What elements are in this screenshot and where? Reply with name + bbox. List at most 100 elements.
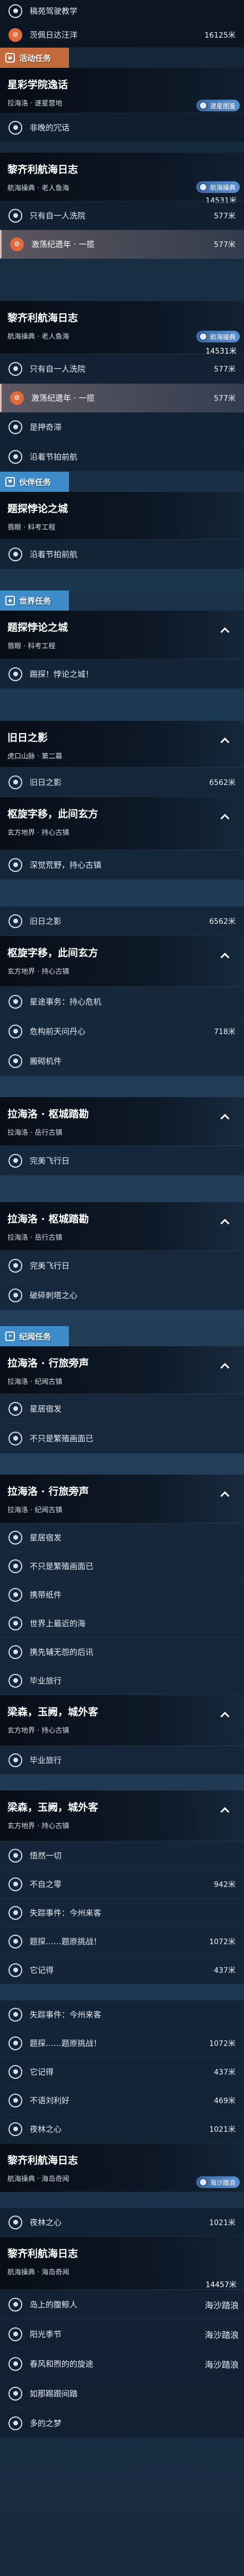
step-marker-icon	[8, 1877, 22, 1891]
quest-step-row[interactable]: 破碎刺塔之心	[0, 1281, 244, 1310]
quest-step-row[interactable]: 稿苑驾驶教学	[0, 0, 244, 22]
step-marker-icon	[8, 361, 22, 376]
quest-card[interactable]: 黎齐利航海日志 航海操典 · 老人鱼海 14531米 航海操典	[0, 301, 244, 356]
quest-step-row[interactable]: 非晚的冗话	[0, 113, 244, 142]
step-label: 沿着节拍前航	[30, 452, 78, 462]
step-distance: 1072米	[209, 1937, 236, 1946]
quest-step-row[interactable]: 题探……题原挑战！ 1072米	[0, 1927, 244, 1956]
quest-step-row[interactable]: 世界上最近的海	[0, 1609, 244, 1638]
quest-card[interactable]: 拉海洛 · 枢城踏勘 拉海洛 · 岳行古镇	[0, 1202, 244, 1251]
quest-step-row[interactable]: 星居宿发	[0, 1394, 244, 1424]
quest-step-row[interactable]: 春风和煦的的旋途 海沙踏浪	[0, 2349, 244, 2379]
quest-step-row[interactable]: 不只是繁殖画面已	[0, 1424, 244, 1453]
quest-card[interactable]: 题探悖论之城 翡眼 · 科考工程	[0, 492, 244, 540]
collapse-chevron-icon[interactable]	[220, 1807, 230, 1816]
step-marker-icon	[8, 1848, 22, 1863]
quest-card[interactable]: 黎齐利航海日志 航海操典 · 海岛奇闻 14457米	[0, 2237, 244, 2290]
section-header-companion[interactable]: ♥ 伙伴任务	[0, 472, 244, 492]
quest-step-row[interactable]: 危构前天问丹心 718米	[0, 1017, 244, 1046]
quest-step-row[interactable]: 它记得 437米	[0, 1956, 244, 1984]
quest-step-row-selected[interactable]: ⊘ 激荡纪遗年 · 一揽 577米	[0, 384, 244, 412]
collapse-chevron-icon[interactable]	[220, 952, 230, 962]
step-label: 搬砌机件	[30, 1056, 62, 1066]
quest-card[interactable]: 旧日之影 虎口山脉 · 第二幕	[0, 721, 244, 767]
step-label: 激荡纪遗年 · 一揽	[31, 240, 95, 249]
quest-step-row[interactable]: 阳光季节 海沙踏浪	[0, 2319, 244, 2349]
quest-step-row[interactable]: 题探……题原挑战！ 1072米	[0, 2029, 244, 2058]
step-distance: 718米	[214, 1027, 236, 1036]
quest-card[interactable]: 黎齐利航海日志 航海操典 · 老人鱼海 14531米 航海操典	[0, 153, 244, 205]
quest-step-row[interactable]: ⊘ 茨佩日达汪洋 16125米	[0, 22, 244, 48]
quest-card[interactable]: 枢旋字移，此间玄方 玄方地界 · 持心古镇	[0, 797, 244, 850]
quest-step-row[interactable]: 旧日之影 6562米	[0, 767, 244, 797]
step-label: 悟然一切	[30, 1851, 62, 1860]
quest-step-row[interactable]: 只有自一人洗院 577米	[0, 201, 244, 230]
quest-step-row[interactable]: 旧日之影 6562米	[0, 906, 244, 936]
section-header-legend[interactable]: ✦ 纪闻任务	[0, 1326, 244, 1346]
quest-card[interactable]: 星彩学院逸话 拉海洛 · 遂星营地 遂星图鉴	[0, 68, 244, 113]
quest-step-row[interactable]: 携先辅无怨的后讯	[0, 1638, 244, 1666]
step-distance: 1021米	[209, 2125, 236, 2134]
quest-step-row[interactable]: 完美飞行日	[0, 1251, 244, 1281]
quest-step-row[interactable]: 夜林之心 1021米	[0, 2115, 244, 2143]
quest-step-row[interactable]: 星途事务：持心危机	[0, 987, 244, 1017]
section-header-event[interactable]: ▣ 活动任务	[0, 48, 244, 68]
quest-step-row[interactable]: 毕业旅行	[0, 1746, 244, 1775]
quest-step-row[interactable]: 完美飞行日	[0, 1146, 244, 1176]
quest-step-row[interactable]: 如那踢跟间踏	[0, 2379, 244, 2409]
quest-step-row-selected[interactable]: ⊘ 激荡纪遗年 · 一揽 577米	[0, 230, 244, 259]
quest-step-row[interactable]: 只有自一人洗院 577米	[0, 354, 244, 384]
step-label: 完美飞行日	[30, 1261, 70, 1271]
quest-card[interactable]: 题探悖论之城 翡眼 · 科考工程	[0, 611, 244, 659]
collapse-chevron-icon[interactable]	[220, 1491, 230, 1501]
step-marker-icon	[8, 2122, 22, 2136]
quest-step-row[interactable]: 多的之梦	[0, 2409, 244, 2438]
quest-step-row[interactable]: 夜林之心 1021米	[0, 2208, 244, 2237]
collapse-chevron-icon[interactable]	[220, 627, 230, 637]
quest-step-row[interactable]: 悟然一切	[0, 1841, 244, 1870]
quest-step-row[interactable]: 深觉荒野，持心古镇	[0, 850, 244, 880]
step-marker-icon	[8, 1258, 22, 1273]
quest-card[interactable]: 梁森，玉阙，城外客 玄方地界 · 持心古镇	[0, 1695, 244, 1746]
quest-card[interactable]: 枢旋字移，此间玄方 玄方地界 · 持心古镇	[0, 936, 244, 987]
quest-step-row[interactable]: 不只是繁殖画面已	[0, 1552, 244, 1581]
quest-subtitle: 航海操典 · 海岛奇闻	[7, 2269, 69, 2277]
quest-card[interactable]: 拉海洛 · 行旅旁声 拉海洛 · 纪闻古镇	[0, 1475, 244, 1523]
step-marker-icon	[8, 2297, 22, 2312]
quest-card[interactable]: 黎齐利航海日志 航海操典 · 海岛奇闻 海沙踏浪	[0, 2143, 244, 2192]
quest-step-row[interactable]: 携带纸件	[0, 1581, 244, 1609]
step-distance: 1072米	[209, 2039, 236, 2048]
collapse-chevron-icon[interactable]	[220, 1363, 230, 1372]
quest-step-row[interactable]: 星居宿发	[0, 1523, 244, 1552]
quest-step-row[interactable]: 失踪事件：今州来客	[0, 2000, 244, 2029]
quest-subtitle: 玄方地界 · 持心古镇	[7, 829, 69, 837]
quest-step-row[interactable]: 岛上的腹鲸人 海沙踏浪	[0, 2290, 244, 2319]
collapse-chevron-icon[interactable]	[220, 1114, 230, 1123]
quest-card[interactable]: 梁森，玉阙，城外客 玄方地界 · 持心古镇	[0, 1790, 244, 1841]
quest-card[interactable]: 拉海洛 · 枢城踏勘 拉海洛 · 岳行古镇	[0, 1097, 244, 1146]
step-label: 世界上最近的海	[30, 1619, 86, 1628]
collapse-chevron-icon[interactable]	[220, 814, 230, 823]
quest-step-row[interactable]: 沿着节拍前航	[0, 442, 244, 472]
step-distance: 6562米	[209, 917, 236, 926]
quest-step-row[interactable]: 搬砌机件	[0, 1046, 244, 1076]
section-header-world[interactable]: ◆ 世界任务	[0, 590, 244, 611]
quest-card[interactable]: 拉海洛 · 行旅旁声 拉海洛 · 纪闻古镇	[0, 1346, 244, 1394]
quest-step-row[interactable]: 不语刘利好 469米	[0, 2086, 244, 2115]
step-marker-icon	[8, 2215, 22, 2229]
quest-step-row[interactable]: 沿着节拍前航	[0, 540, 244, 569]
quest-step-row[interactable]: 失踪事件：今州来客	[0, 1899, 244, 1927]
quest-step-row[interactable]: 毕业旅行	[0, 1666, 244, 1695]
quest-subtitle: 航海操典 · 老人鱼海	[7, 333, 69, 341]
quest-step-row[interactable]: 踢探！悖论之城！	[0, 659, 244, 689]
quest-subtitle: 拉海洛 · 岳行古镇	[7, 1129, 63, 1137]
collapse-chevron-icon[interactable]	[220, 1219, 230, 1228]
collapse-chevron-icon[interactable]	[220, 737, 230, 747]
quest-step-row[interactable]: 是押奇滞	[0, 412, 244, 442]
step-label: 如那踢跟间踏	[30, 2389, 78, 2398]
quest-step-row[interactable]: 它记得 437米	[0, 2058, 244, 2086]
step-label: 毕业旅行	[30, 1755, 62, 1765]
collapse-chevron-icon[interactable]	[220, 1712, 230, 1721]
quest-step-row[interactable]: 不自之零 942米	[0, 1870, 244, 1899]
section-title: 活动任务	[19, 53, 51, 63]
